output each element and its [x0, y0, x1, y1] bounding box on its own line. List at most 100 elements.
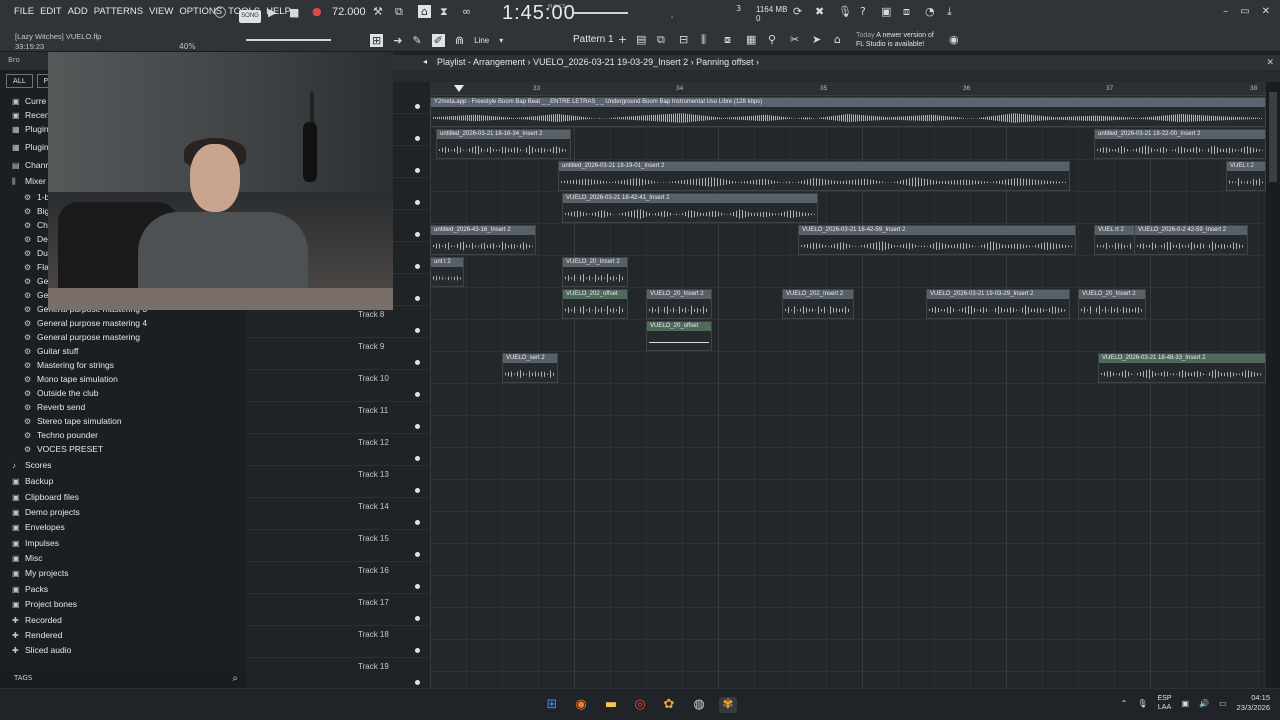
- fl-studio-icon[interactable]: ✾: [719, 697, 737, 713]
- track-lane[interactable]: [430, 448, 1266, 480]
- blend-notes-icon[interactable]: ⧗: [440, 5, 448, 19]
- audio-clip[interactable]: VUELO_2026-03-21 18-42-59_Insert 2: [798, 225, 1076, 255]
- clock[interactable]: 04:15 23/3/2026: [1237, 693, 1270, 713]
- playhead-marker[interactable]: [454, 85, 464, 92]
- language-indicator[interactable]: ESP LAA: [1158, 694, 1172, 712]
- browser-item[interactable]: ⚙ Def: [24, 234, 50, 248]
- track-lane[interactable]: [430, 640, 1266, 672]
- playlist-scrollbar[interactable]: [1266, 82, 1280, 688]
- minimize-icon[interactable]: –: [1223, 6, 1228, 17]
- track-header[interactable]: Track 17: [246, 594, 430, 626]
- record-icon[interactable]: ●: [312, 5, 322, 18]
- master-pitch-slider[interactable]: [572, 12, 628, 14]
- touch-icon[interactable]: ✂: [790, 33, 799, 46]
- paint-tool-icon[interactable]: ✐: [431, 33, 445, 47]
- record-fx-icon[interactable]: ⌂: [834, 33, 841, 46]
- browser-item[interactable]: ⚙ Mastering for strings: [24, 360, 114, 374]
- browser-item[interactable]: ▦ Plugin: [12, 142, 49, 156]
- help-icon[interactable]: ?: [860, 5, 866, 18]
- automation-clip[interactable]: VUELO_20_offset: [646, 321, 712, 351]
- track-mute-dot[interactable]: [415, 264, 420, 269]
- browser-icon[interactable]: ▦: [746, 33, 756, 46]
- track-mute-dot[interactable]: [415, 424, 420, 429]
- track-mute-dot[interactable]: [415, 168, 420, 173]
- mic-tray-icon[interactable]: 🎙: [1137, 699, 1147, 708]
- browser-item[interactable]: ▤ Chann: [12, 160, 50, 174]
- chrome-icon[interactable]: ◎: [631, 697, 649, 713]
- countdown-icon[interactable]: ⧉: [395, 5, 403, 19]
- online-icon[interactable]: ◉: [949, 33, 959, 46]
- audio-clip[interactable]: VUELO_sert 2: [502, 353, 558, 383]
- browser-item[interactable]: ▣ Clipboard files: [12, 492, 79, 506]
- pattern-selector[interactable]: Pattern 1: [573, 34, 614, 45]
- audio-clip[interactable]: untitled_2026-03-21 18-19-01_Insert 2: [558, 161, 1070, 191]
- menu-view[interactable]: VIEW: [149, 6, 173, 17]
- track-lane[interactable]: [430, 192, 1266, 224]
- menu-add[interactable]: ADD: [68, 6, 88, 17]
- track-header[interactable]: Track 12: [246, 434, 430, 466]
- fl-studio-alt-icon[interactable]: ✿: [660, 697, 678, 713]
- track-header[interactable]: Track 13: [246, 466, 430, 498]
- close-icon[interactable]: ✕: [1262, 6, 1270, 17]
- download-icon[interactable]: ⤓: [947, 5, 952, 19]
- audio-clip[interactable]: VUELO_2026-0-2 42-59_Insert 2: [1134, 225, 1248, 255]
- playback-icon[interactable]: ➤: [812, 33, 821, 46]
- track-lane[interactable]: [430, 480, 1266, 512]
- browser-item[interactable]: ✚ Sliced audio: [12, 645, 71, 659]
- track-lane[interactable]: [430, 672, 1266, 688]
- browser-item[interactable]: ⫼ Mixer: [12, 176, 46, 190]
- playlist-grid[interactable]: Y2meta.app - Freestyle Boom Bap Beat _ _…: [430, 96, 1266, 688]
- track-mute-dot[interactable]: [415, 584, 420, 589]
- browser-item[interactable]: ▣ Impulses: [12, 538, 59, 552]
- menu-edit[interactable]: EDIT: [40, 6, 62, 17]
- track-mute-dot[interactable]: [415, 552, 420, 557]
- browser-item[interactable]: ⚙ Reverb send: [24, 402, 85, 416]
- browser-item[interactable]: ⚙ General purpose mastering: [24, 332, 140, 346]
- track-header[interactable]: Track 10: [246, 370, 430, 402]
- track-header[interactable]: Track 15: [246, 530, 430, 562]
- menu-file[interactable]: FILE: [14, 6, 34, 17]
- track-mute-dot[interactable]: [415, 296, 420, 301]
- track-mute-dot[interactable]: [415, 360, 420, 365]
- snap-icon[interactable]: ⊞: [370, 33, 384, 47]
- browser-item[interactable]: ▣ Project bones: [12, 599, 77, 613]
- chevron-down-icon[interactable]: ▾: [499, 36, 503, 45]
- news-panel[interactable]: Today A newer version of FL Studio is ava…: [856, 31, 934, 49]
- menu-patterns[interactable]: PATTERNS: [94, 6, 143, 17]
- chat-icon[interactable]: ◔: [925, 5, 935, 18]
- save-icon[interactable]: ▣: [881, 5, 891, 18]
- browser-item[interactable]: ⚙ Stereo tape simulation: [24, 416, 122, 430]
- tempo-display[interactable]: 72.000: [332, 6, 366, 18]
- audio-clip[interactable]: untitled_2026-03-21 18-16-34_Insert 2: [436, 129, 571, 159]
- track-lane[interactable]: [430, 416, 1266, 448]
- track-lane[interactable]: [430, 256, 1266, 288]
- plug-icon[interactable]: ⚲: [768, 33, 776, 46]
- microphone-icon[interactable]: 🎙: [838, 5, 852, 18]
- browser-item[interactable]: ✚ Rendered: [12, 630, 62, 644]
- track-header[interactable]: Track 19: [246, 658, 430, 690]
- hint-loop-icon[interactable]: ◯: [214, 5, 226, 18]
- audio-clip[interactable]: VUELO_20_Insert 2: [1078, 289, 1146, 319]
- track-lane[interactable]: [430, 608, 1266, 640]
- track-mute-dot[interactable]: [415, 488, 420, 493]
- step-edit-icon[interactable]: ⌂: [418, 5, 431, 18]
- browser-item[interactable]: ⚙ General purpose mastering 4: [24, 318, 147, 332]
- file-explorer-icon[interactable]: ▬: [602, 697, 620, 713]
- track-lane[interactable]: [430, 320, 1266, 352]
- track-mute-dot[interactable]: [415, 648, 420, 653]
- browser-item[interactable]: ⚙ Mono tape simulation: [24, 374, 118, 388]
- browser-item[interactable]: ♪ Scores: [12, 460, 51, 474]
- audio-clip[interactable]: VUELO_20_Insert 2: [562, 257, 628, 287]
- track-mute-dot[interactable]: [415, 200, 420, 205]
- song-mode-button[interactable]: SONG: [239, 10, 261, 23]
- track-mute-dot[interactable]: [415, 232, 420, 237]
- loop-record-icon[interactable]: ∞: [462, 5, 471, 18]
- audio-clip[interactable]: Y2meta.app - Freestyle Boom Bap Beat _ _…: [430, 97, 1266, 127]
- audio-clip[interactable]: VUELO_2026-03-21 18-42-41_Insert 2: [562, 193, 818, 223]
- audio-clip[interactable]: VUELO_2026-03-21 19-03-29_Insert 2: [926, 289, 1070, 319]
- track-mute-dot[interactable]: [415, 136, 420, 141]
- timeline-ruler[interactable]: 33 34 35 36 37 38: [430, 82, 1266, 96]
- browser-item[interactable]: ▣ Demo projects: [12, 507, 80, 521]
- playlist-icon[interactable]: ▤: [636, 33, 646, 46]
- track-mute-dot[interactable]: [415, 680, 420, 685]
